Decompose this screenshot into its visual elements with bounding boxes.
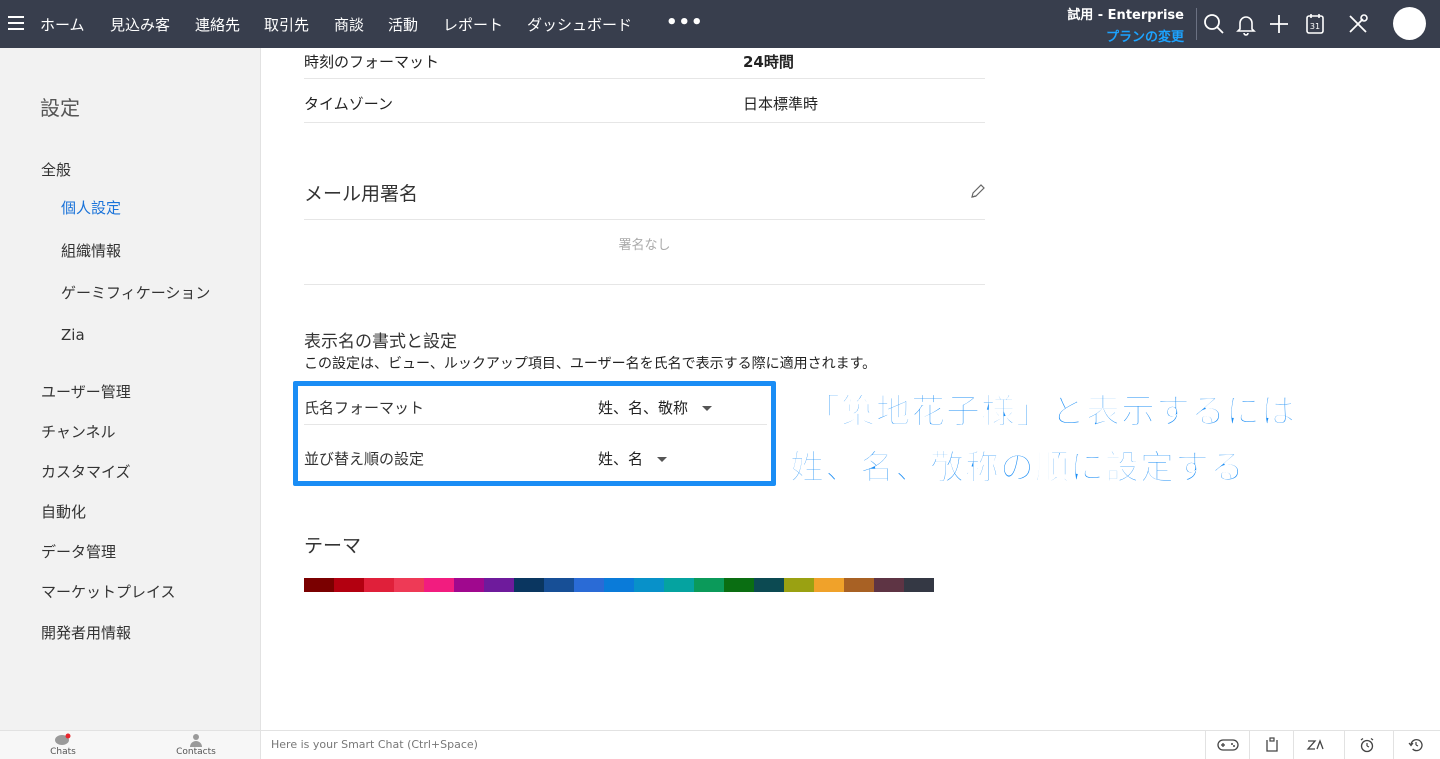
sidebar-item-personal-settings[interactable]: 個人設定 <box>61 197 121 218</box>
search-icon[interactable] <box>1202 12 1226 36</box>
theme-swatch-2[interactable] <box>364 578 394 592</box>
person-icon <box>166 733 226 747</box>
sidebar-item-gamification[interactable]: ゲーミフィケーション <box>61 282 210 303</box>
settings-main: 時刻のフォーマット 24時間 タイムゾーン 日本標準時 メール用署名 署名なし … <box>261 48 1440 730</box>
contacts-label: Contacts <box>176 747 216 757</box>
bell-icon[interactable] <box>1234 12 1258 36</box>
setup-tools-icon[interactable] <box>1346 12 1370 36</box>
bottom-bar: Chats Contacts Here is your Smart Chat (… <box>0 730 1440 759</box>
alarm-clock-icon[interactable] <box>1344 731 1388 759</box>
theme-swatch-7[interactable] <box>514 578 544 592</box>
annotation-line-2: 姓、名、敬称の順に設定する <box>790 448 1245 489</box>
theme-swatch-16[interactable] <box>784 578 814 592</box>
sidebar-item-zia[interactable]: Zia <box>61 326 85 344</box>
timezone-row: タイムゾーン 日本標準時 <box>304 79 985 123</box>
contacts-button[interactable]: Contacts <box>166 733 226 757</box>
user-avatar[interactable] <box>1393 7 1426 40</box>
notes-icon[interactable] <box>1249 731 1293 759</box>
settings-sidebar: 設定 全般 個人設定 組織情報 ゲーミフィケーション Zia ユーザー管理 チャ… <box>0 48 261 730</box>
display-name-description: この設定は、ビュー、ルックアップ項目、ユーザー名を氏名で表示する際に適用されます… <box>304 356 877 372</box>
calendar-icon[interactable]: 31 <box>1303 12 1327 36</box>
bottom-left-panel: Chats Contacts <box>0 731 261 759</box>
nav-item-contacts[interactable]: 連絡先 <box>195 14 240 35</box>
change-plan-link[interactable]: プランの変更 <box>1060 26 1184 45</box>
timezone-value[interactable]: 日本標準時 <box>743 93 818 114</box>
sidebar-item-marketplace[interactable]: マーケットプレイス <box>41 581 176 602</box>
theme-swatch-12[interactable] <box>664 578 694 592</box>
nav-item-accounts[interactable]: 取引先 <box>264 14 309 35</box>
theme-swatch-15[interactable] <box>754 578 784 592</box>
nav-item-deals[interactable]: 商談 <box>334 14 364 35</box>
time-format-row: 時刻のフォーマット 24時間 <box>304 48 985 79</box>
theme-swatch-10[interactable] <box>604 578 634 592</box>
theme-swatch-18[interactable] <box>844 578 874 592</box>
theme-swatch-4[interactable] <box>424 578 454 592</box>
theme-title: テーマ <box>304 535 362 557</box>
menu-icon[interactable] <box>8 12 24 34</box>
chats-label: Chats <box>50 747 76 757</box>
signature-empty-text: 署名なし <box>618 238 671 253</box>
edit-pencil-icon[interactable] <box>969 182 987 200</box>
theme-swatch-14[interactable] <box>724 578 754 592</box>
nav-item-home[interactable]: ホーム <box>40 14 85 35</box>
nav-item-activities[interactable]: 活動 <box>388 14 418 35</box>
theme-swatch-17[interactable] <box>814 578 844 592</box>
nav-item-leads[interactable]: 見込み客 <box>110 14 170 35</box>
trial-edition-label: 試用 - Enterprise <box>1067 8 1184 23</box>
sidebar-item-customization[interactable]: カスタマイズ <box>41 461 131 482</box>
theme-swatch-13[interactable] <box>694 578 724 592</box>
sidebar-item-company-details[interactable]: 組織情報 <box>61 240 121 261</box>
theme-swatch-0[interactable] <box>304 578 334 592</box>
timezone-label: タイムゾーン <box>304 95 393 113</box>
theme-swatches <box>304 578 934 592</box>
theme-swatch-9[interactable] <box>574 578 604 592</box>
display-name-title: 表示名の書式と設定 <box>304 332 457 352</box>
chats-button[interactable]: Chats <box>33 733 93 757</box>
theme-swatch-19[interactable] <box>874 578 904 592</box>
top-navigation-bar: ホーム 見込み客 連絡先 取引先 商談 活動 レポート ダッシュボード ••• … <box>0 0 1440 48</box>
nav-item-dashboards[interactable]: ダッシュボード <box>527 14 632 35</box>
sidebar-title: 設定 <box>40 96 80 120</box>
theme-swatch-6[interactable] <box>484 578 514 592</box>
theme-swatch-1[interactable] <box>334 578 364 592</box>
sidebar-item-users[interactable]: ユーザー管理 <box>41 381 131 402</box>
chat-bubble-icon <box>33 733 93 747</box>
signature-bottom-divider <box>304 284 985 285</box>
calendar-day: 31 <box>1310 22 1320 31</box>
time-format-value[interactable]: 24時間 <box>743 51 794 72</box>
smart-chat-input[interactable]: Here is your Smart Chat (Ctrl+Space) <box>271 738 478 751</box>
theme-swatch-20[interactable] <box>904 578 934 592</box>
time-format-label: 時刻のフォーマット <box>304 53 440 71</box>
annotation-line-1: 「築地花子様」と表示するには <box>806 392 1296 433</box>
theme-swatch-8[interactable] <box>544 578 574 592</box>
sidebar-group-general[interactable]: 全般 <box>41 159 71 180</box>
sidebar-item-data-admin[interactable]: データ管理 <box>41 541 116 562</box>
signature-divider <box>304 219 985 220</box>
signature-title: メール用署名 <box>304 183 419 205</box>
gamepad-icon[interactable] <box>1205 731 1249 759</box>
theme-swatch-5[interactable] <box>454 578 484 592</box>
sidebar-item-channels[interactable]: チャンネル <box>41 421 116 442</box>
zia-icon[interactable] <box>1293 731 1337 759</box>
theme-swatch-3[interactable] <box>394 578 424 592</box>
plus-icon[interactable] <box>1267 12 1291 36</box>
history-icon[interactable] <box>1393 731 1437 759</box>
sidebar-item-automation[interactable]: 自動化 <box>41 501 86 522</box>
nav-item-reports[interactable]: レポート <box>443 14 503 35</box>
topbar-divider <box>1196 8 1197 40</box>
theme-swatch-11[interactable] <box>634 578 664 592</box>
more-menu-button[interactable]: ••• <box>666 12 704 33</box>
sidebar-item-developer[interactable]: 開発者用情報 <box>41 622 131 643</box>
highlight-box <box>293 381 776 486</box>
